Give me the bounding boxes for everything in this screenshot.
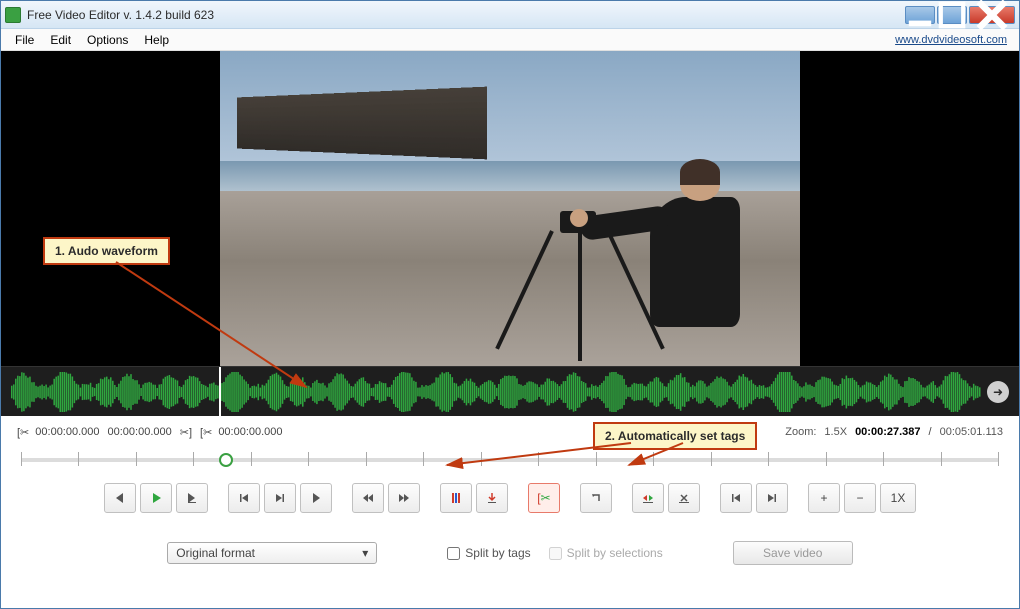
close-button[interactable] [969,6,1015,24]
bracket-scissor-close-icon: ✂] [180,426,192,439]
rotate-button[interactable] [580,483,612,513]
menu-help[interactable]: Help [136,30,177,50]
titlebar[interactable]: Free Video Editor v. 1.4.2 build 623 [1,1,1019,29]
delete-selection-button[interactable] [668,483,700,513]
zoom-value: 1.5X [824,426,847,438]
split-by-selections-label: Split by selections [567,546,663,560]
trim-in-button[interactable] [632,483,664,513]
window-title: Free Video Editor v. 1.4.2 build 623 [27,8,905,22]
cut-selection-button[interactable]: [✂ [528,483,560,513]
go-to-end-button[interactable] [756,483,788,513]
annotation-2: 2. Automatically set tags [593,422,757,450]
prev-clip-button[interactable] [104,483,136,513]
play-button[interactable] [140,483,172,513]
next-clip-button[interactable] [300,483,332,513]
video-preview[interactable] [1,51,1019,366]
time-separator: / [929,426,932,438]
prev-frame-button[interactable] [228,483,260,513]
cut-range-right: [✂ 00:00:00.000 [200,426,283,439]
next-frame-button[interactable] [264,483,296,513]
split-by-selections-input [549,547,562,560]
zoom-in-button[interactable]: + [808,483,840,513]
minimize-button[interactable] [905,6,935,24]
cut-end-time: 00:00:00.000 [108,426,172,438]
zoom-reset-button[interactable]: 1X [880,483,916,513]
bracket-scissor-open-icon: [✂ [17,426,29,439]
playhead-indicator [219,367,221,416]
total-time: 00:05:01.113 [940,426,1003,438]
annotation-1: 1. Audo waveform [43,237,170,265]
waveform-scroll-right-button[interactable]: ➜ [987,381,1009,403]
format-select-value: Original format [176,546,255,560]
cut-start-time-2: 00:00:00.000 [218,426,282,438]
fast-forward-button[interactable] [388,483,420,513]
site-link[interactable]: www.dvdvideosoft.com [895,34,1013,46]
save-video-label: Save video [763,546,822,560]
save-video-button[interactable]: Save video [733,541,853,565]
split-by-tags-label: Split by tags [465,546,530,560]
output-format-select[interactable]: Original format ▾ [167,542,377,564]
download-marker-button[interactable] [476,483,508,513]
chevron-down-icon: ▾ [362,546,368,560]
timeline[interactable] [1,448,1019,473]
audio-waveform[interactable]: ➜ [1,366,1019,416]
menubar: File Edit Options Help www.dvdvideosoft.… [1,29,1019,51]
go-to-start-button[interactable] [720,483,752,513]
zoom-out-button[interactable]: − [844,483,876,513]
playback-toolbar: [✂ + − 1X [1,473,1019,523]
menu-edit[interactable]: Edit [42,30,79,50]
cut-start-time: 00:00:00.000 [35,426,99,438]
app-icon [5,7,21,23]
window-controls [905,6,1015,24]
current-time: 00:00:27.387 [855,426,920,438]
menu-file[interactable]: File [7,30,42,50]
play-to-end-button[interactable] [176,483,208,513]
time-info-bar: [✂ 00:00:00.000 00:00:00.000 ✂] [✂ 00:00… [1,416,1019,448]
rewind-button[interactable] [352,483,384,513]
split-by-tags-checkbox[interactable]: Split by tags [447,546,530,560]
split-by-tags-input[interactable] [447,547,460,560]
menu-options[interactable]: Options [79,30,136,50]
bottom-bar: Original format ▾ Split by tags Split by… [1,523,1019,583]
set-markers-button[interactable] [440,483,472,513]
cut-range-left: [✂ 00:00:00.000 [17,426,100,439]
split-by-selections-checkbox: Split by selections [549,546,663,560]
timeline-playhead[interactable] [219,453,233,467]
app-window: Free Video Editor v. 1.4.2 build 623 Fil… [0,0,1020,609]
zoom-label: Zoom: [785,426,816,438]
bracket-scissor-open-icon: [✂ [200,426,212,439]
timeline-ticks [21,452,999,468]
maximize-button[interactable] [937,6,967,24]
